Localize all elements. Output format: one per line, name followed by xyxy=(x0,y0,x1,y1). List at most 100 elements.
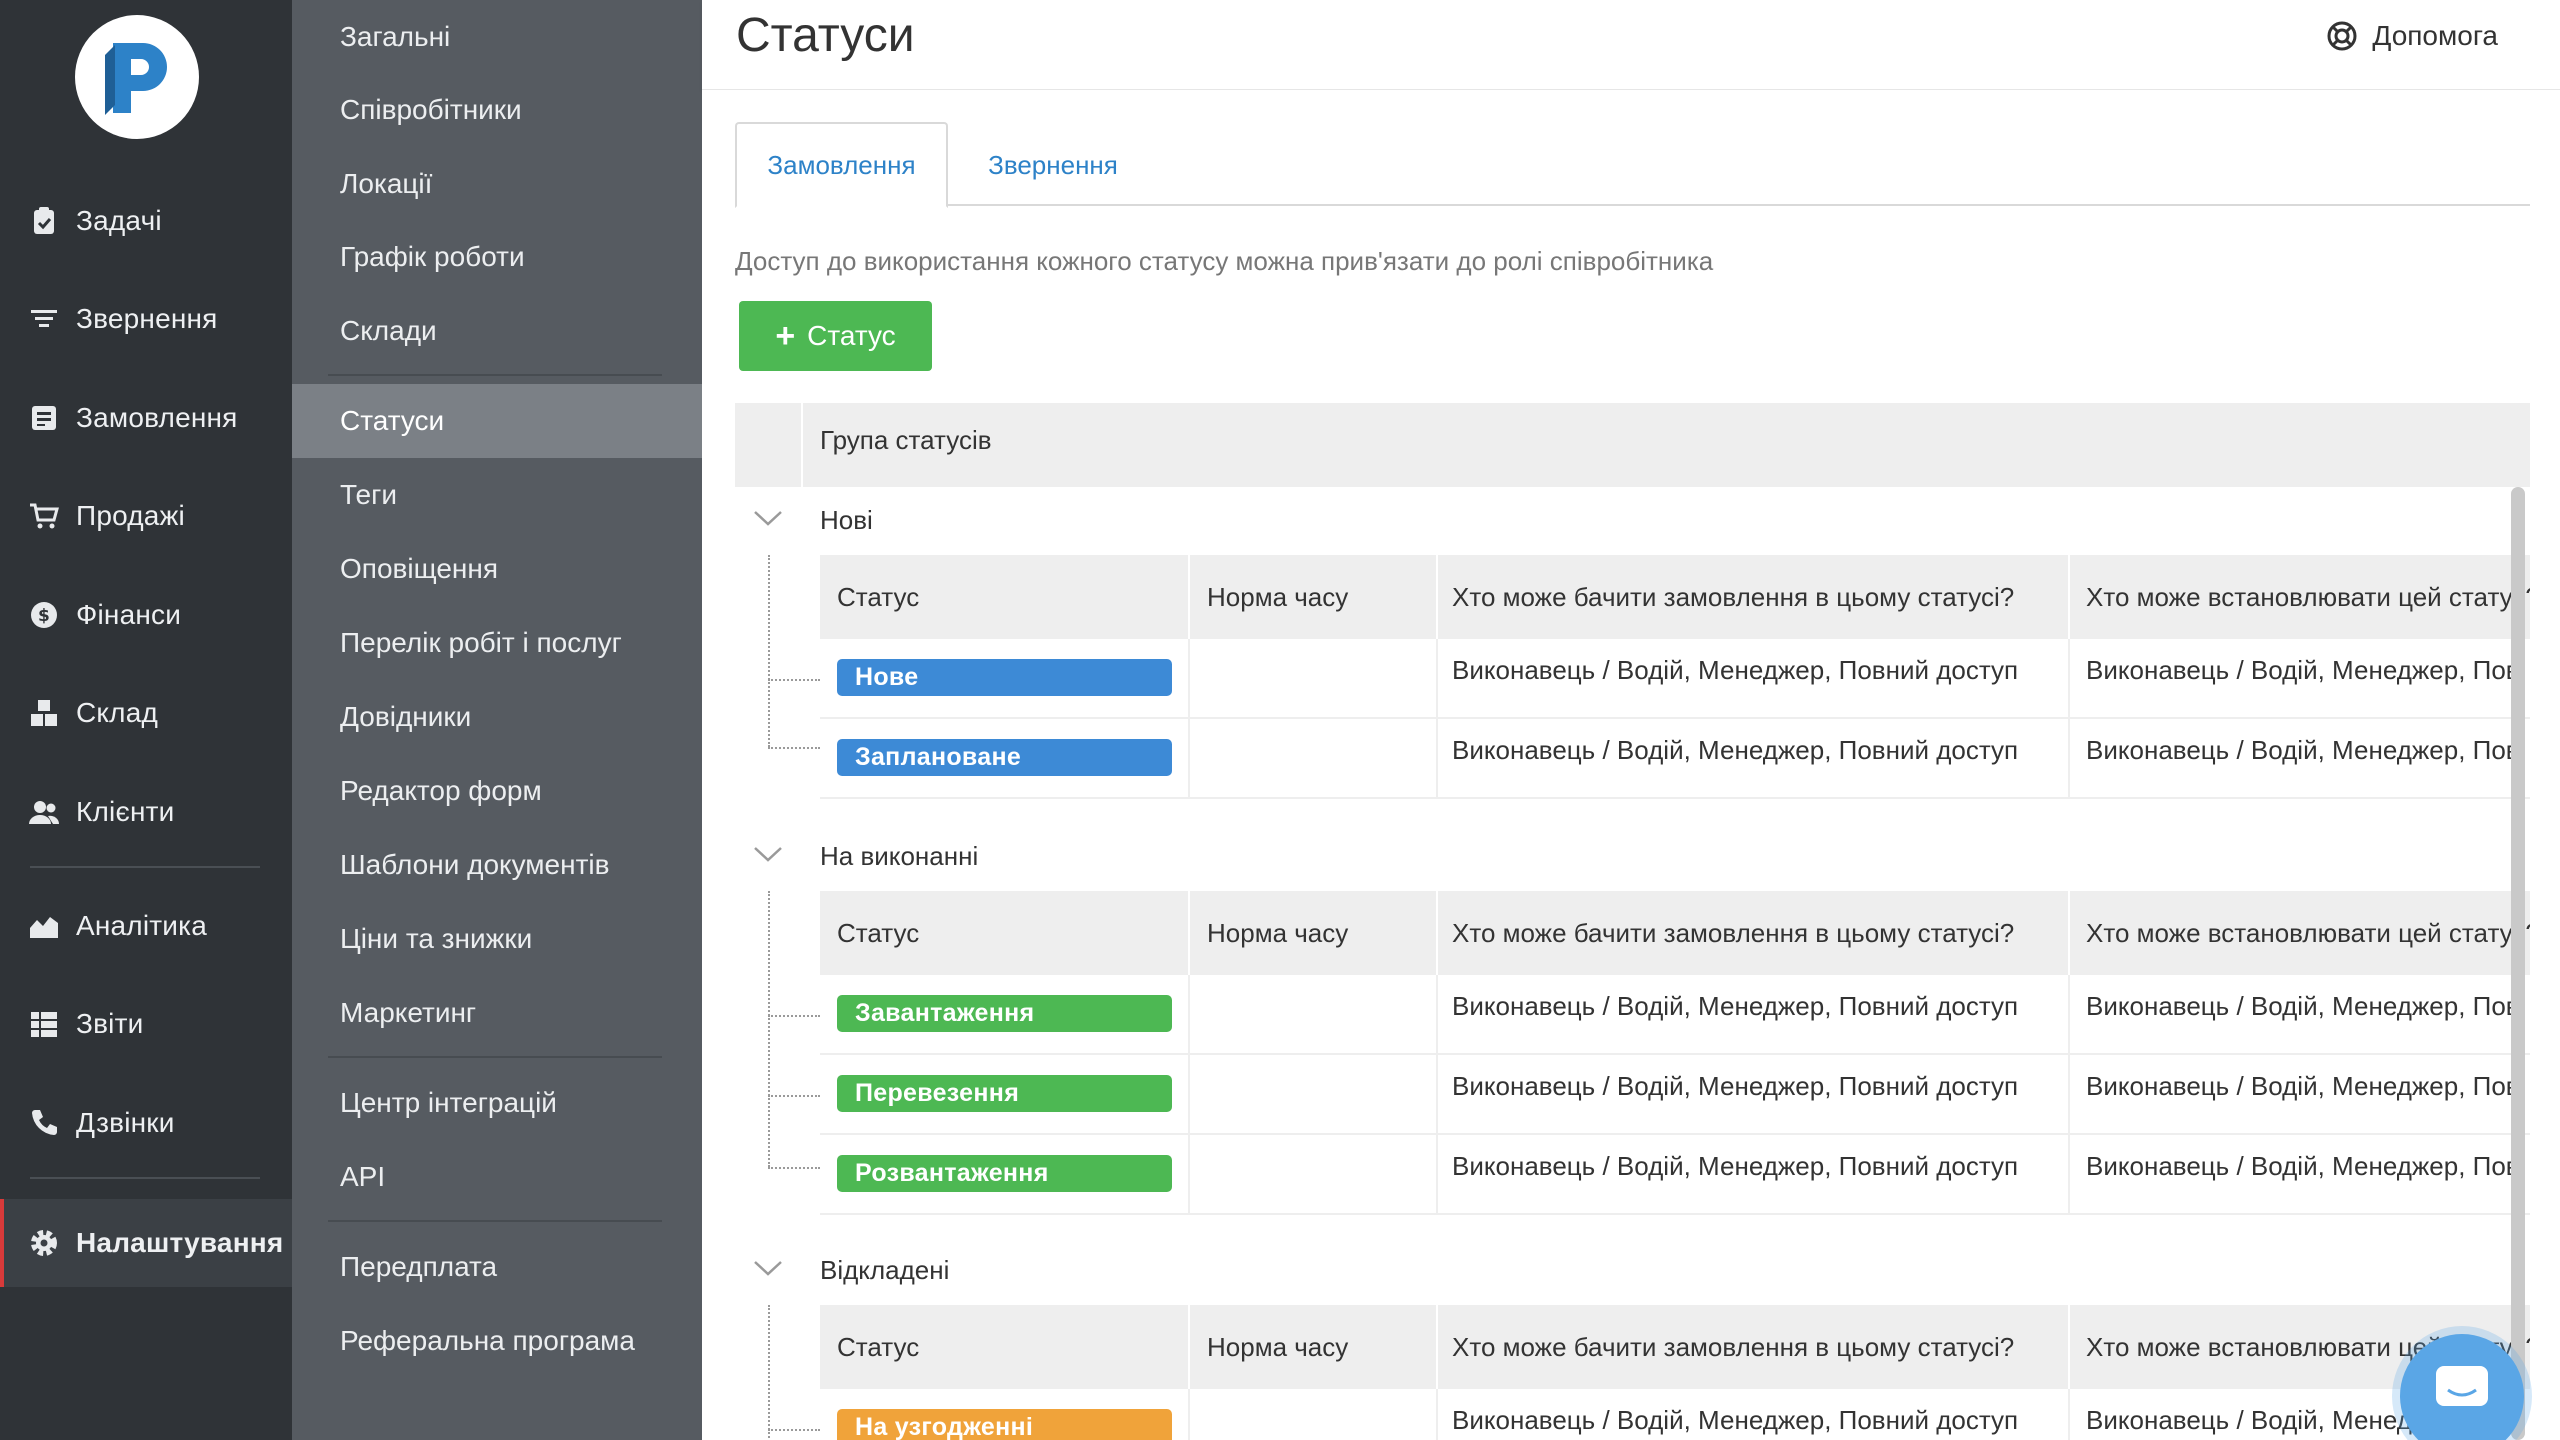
app-logo[interactable] xyxy=(75,15,199,139)
col-who-can-set: Хто може встановлювати цей статус? xyxy=(2086,917,2530,948)
nav-item-finance[interactable]: $ Фінанси xyxy=(0,575,292,655)
nav-item-reports[interactable]: Звіти xyxy=(0,984,292,1064)
nav-item-sales[interactable]: Продажі xyxy=(0,476,292,556)
col-who-can-view: Хто може бачити замовлення в цьому стату… xyxy=(1452,581,2015,612)
group-name: На виконанні xyxy=(820,841,979,871)
group-title-row[interactable]: Відкладені xyxy=(735,1237,2530,1305)
group-title-row[interactable]: Нові xyxy=(735,487,2530,555)
set-roles: Виконавець / Водій, Менеджер, Пов xyxy=(2086,735,2520,765)
nav-item-warehouse[interactable]: Склад xyxy=(0,673,292,753)
submenu-item-prices[interactable]: Ціни та знижки xyxy=(292,902,702,976)
col-status: Статус xyxy=(837,917,920,948)
tab-bar: Замовлення Звернення xyxy=(735,122,2530,208)
main-nav: Задачі Звернення Замовлення Продажі $ Фі… xyxy=(0,0,292,1440)
dollar-coin-icon: $ xyxy=(26,597,62,633)
area-chart-icon xyxy=(26,908,62,944)
help-label: Допомога xyxy=(2372,20,2498,51)
table-row[interactable]: Розвантаження Виконавець / Водій, Менедж… xyxy=(820,1135,2530,1215)
submenu-item-general[interactable]: Загальні xyxy=(292,0,702,74)
col-time-norm: Норма часу xyxy=(1207,1331,1349,1362)
nav-item-orders[interactable]: Замовлення xyxy=(0,378,292,458)
table-row[interactable]: Заплановане Виконавець / Водій, Менеджер… xyxy=(820,719,2530,799)
submenu-divider xyxy=(328,374,662,376)
order-list-icon xyxy=(26,400,62,436)
submenu-item-employees[interactable]: Співробітники xyxy=(292,73,702,147)
nav-item-calls[interactable]: Дзвінки xyxy=(0,1083,292,1163)
lifebuoy-icon xyxy=(2327,21,2357,51)
nav-divider xyxy=(30,1177,260,1179)
group-columns-header: Статус Норма часу Хто може бачити замовл… xyxy=(820,891,2530,975)
submenu-item-directories[interactable]: Довідники xyxy=(292,680,702,754)
main-content: Замовлення Звернення Доступ до використа… xyxy=(702,90,2560,1440)
submenu-item-warehouses[interactable]: Склади xyxy=(292,294,702,368)
help-link[interactable]: Допомога xyxy=(2326,20,2498,52)
col-time-norm: Норма часу xyxy=(1207,581,1349,612)
group-title-row[interactable]: На виконанні xyxy=(735,823,2530,891)
status-badge[interactable]: Розвантаження xyxy=(837,1155,1172,1192)
submenu-item-integrations[interactable]: Центр інтеграцій xyxy=(292,1066,702,1140)
clipboard-check-icon xyxy=(26,203,62,239)
nav-item-requests[interactable]: Звернення xyxy=(0,279,292,359)
nav-item-analytics[interactable]: Аналітика xyxy=(0,886,292,966)
page-header: Статуси Допомога xyxy=(702,0,2560,90)
nav-item-tasks[interactable]: Задачі xyxy=(0,181,292,261)
nav-item-settings[interactable]: Налаштування xyxy=(0,1199,292,1287)
col-status: Статус xyxy=(837,581,920,612)
col-who-can-set: Хто може встановлювати цей статус? xyxy=(2086,581,2530,612)
table-row[interactable]: Нове Виконавець / Водій, Менеджер, Повни… xyxy=(820,639,2530,719)
submenu-item-services[interactable]: Перелік робіт і послуг xyxy=(292,606,702,680)
cart-icon xyxy=(26,498,62,534)
status-access-hint: Доступ до використання кожного статусу м… xyxy=(735,246,1714,276)
settings-submenu: Загальні Співробітники Локації Графік ро… xyxy=(292,0,702,1440)
submenu-item-locations[interactable]: Локації xyxy=(292,147,702,221)
table-row[interactable]: На узгодженні Виконавець / Водій, Менедж… xyxy=(820,1389,2530,1440)
group-name: Нові xyxy=(820,505,873,535)
status-group-in-progress: На виконанні Статус Норма часу Хто може … xyxy=(735,823,2530,1233)
page-title: Статуси xyxy=(736,9,915,62)
chevron-down-icon[interactable] xyxy=(751,1251,785,1285)
table-header: Група статусів xyxy=(735,403,2530,487)
logo-icon xyxy=(105,43,167,115)
gear-icon xyxy=(26,1225,62,1261)
table-row[interactable]: Завантаження Виконавець / Водій, Менедже… xyxy=(820,975,2530,1055)
submenu-item-notifications[interactable]: Оповіщення xyxy=(292,532,702,606)
add-status-label: Статус xyxy=(807,320,896,351)
submenu-item-api[interactable]: API xyxy=(292,1140,702,1214)
table-scrollbar[interactable] xyxy=(2511,487,2525,1440)
status-table: Група статусів Нові Статус Норма часу Хт… xyxy=(735,403,2530,1440)
plus-icon: + xyxy=(775,317,796,355)
submenu-item-referral[interactable]: Реферальна програма xyxy=(292,1304,702,1378)
tab-requests[interactable]: Звернення xyxy=(948,122,1158,208)
status-badge[interactable]: Перевезення xyxy=(837,1075,1172,1112)
table-row[interactable]: Перевезення Виконавець / Водій, Менеджер… xyxy=(820,1055,2530,1135)
chevron-down-icon[interactable] xyxy=(751,837,785,871)
view-roles: Виконавець / Водій, Менеджер, Повний дос… xyxy=(1452,1405,2019,1435)
status-group-postponed: Відкладені Статус Норма часу Хто може ба… xyxy=(735,1237,2530,1440)
submenu-item-statuses[interactable]: Статуси xyxy=(292,384,702,458)
set-roles: Виконавець / Водій, Менеджер, Пов xyxy=(2086,1151,2520,1181)
add-status-button[interactable]: + Статус xyxy=(739,301,932,371)
svg-text:$: $ xyxy=(38,606,50,626)
submenu-item-form-editor[interactable]: Редактор форм xyxy=(292,754,702,828)
status-badge[interactable]: Заплановане xyxy=(837,739,1172,776)
nav-item-label: Клієнти xyxy=(76,796,175,827)
submenu-item-schedule[interactable]: Графік роботи xyxy=(292,220,702,294)
status-badge[interactable]: Завантаження xyxy=(837,995,1172,1032)
col-who-can-view: Хто може бачити замовлення в цьому стату… xyxy=(1452,917,2015,948)
nav-divider xyxy=(30,866,260,868)
status-badge[interactable]: На узгодженні xyxy=(837,1409,1172,1440)
view-roles: Виконавець / Водій, Менеджер, Повний дос… xyxy=(1452,655,2019,685)
group-name: Відкладені xyxy=(820,1255,950,1285)
submenu-divider xyxy=(328,1056,662,1058)
users-icon xyxy=(26,794,62,830)
boxes-icon xyxy=(26,695,62,731)
submenu-item-tags[interactable]: Теги xyxy=(292,458,702,532)
submenu-item-marketing[interactable]: Маркетинг xyxy=(292,976,702,1050)
nav-item-clients[interactable]: Клієнти xyxy=(0,772,292,852)
status-badge[interactable]: Нове xyxy=(837,659,1172,696)
tab-orders[interactable]: Замовлення xyxy=(735,122,948,208)
set-roles: Виконавець / Водій, Менеджер, Пов xyxy=(2086,655,2520,685)
submenu-item-doc-templates[interactable]: Шаблони документів xyxy=(292,828,702,902)
chevron-down-icon[interactable] xyxy=(751,501,785,535)
submenu-item-subscription[interactable]: Передплата xyxy=(292,1230,702,1304)
